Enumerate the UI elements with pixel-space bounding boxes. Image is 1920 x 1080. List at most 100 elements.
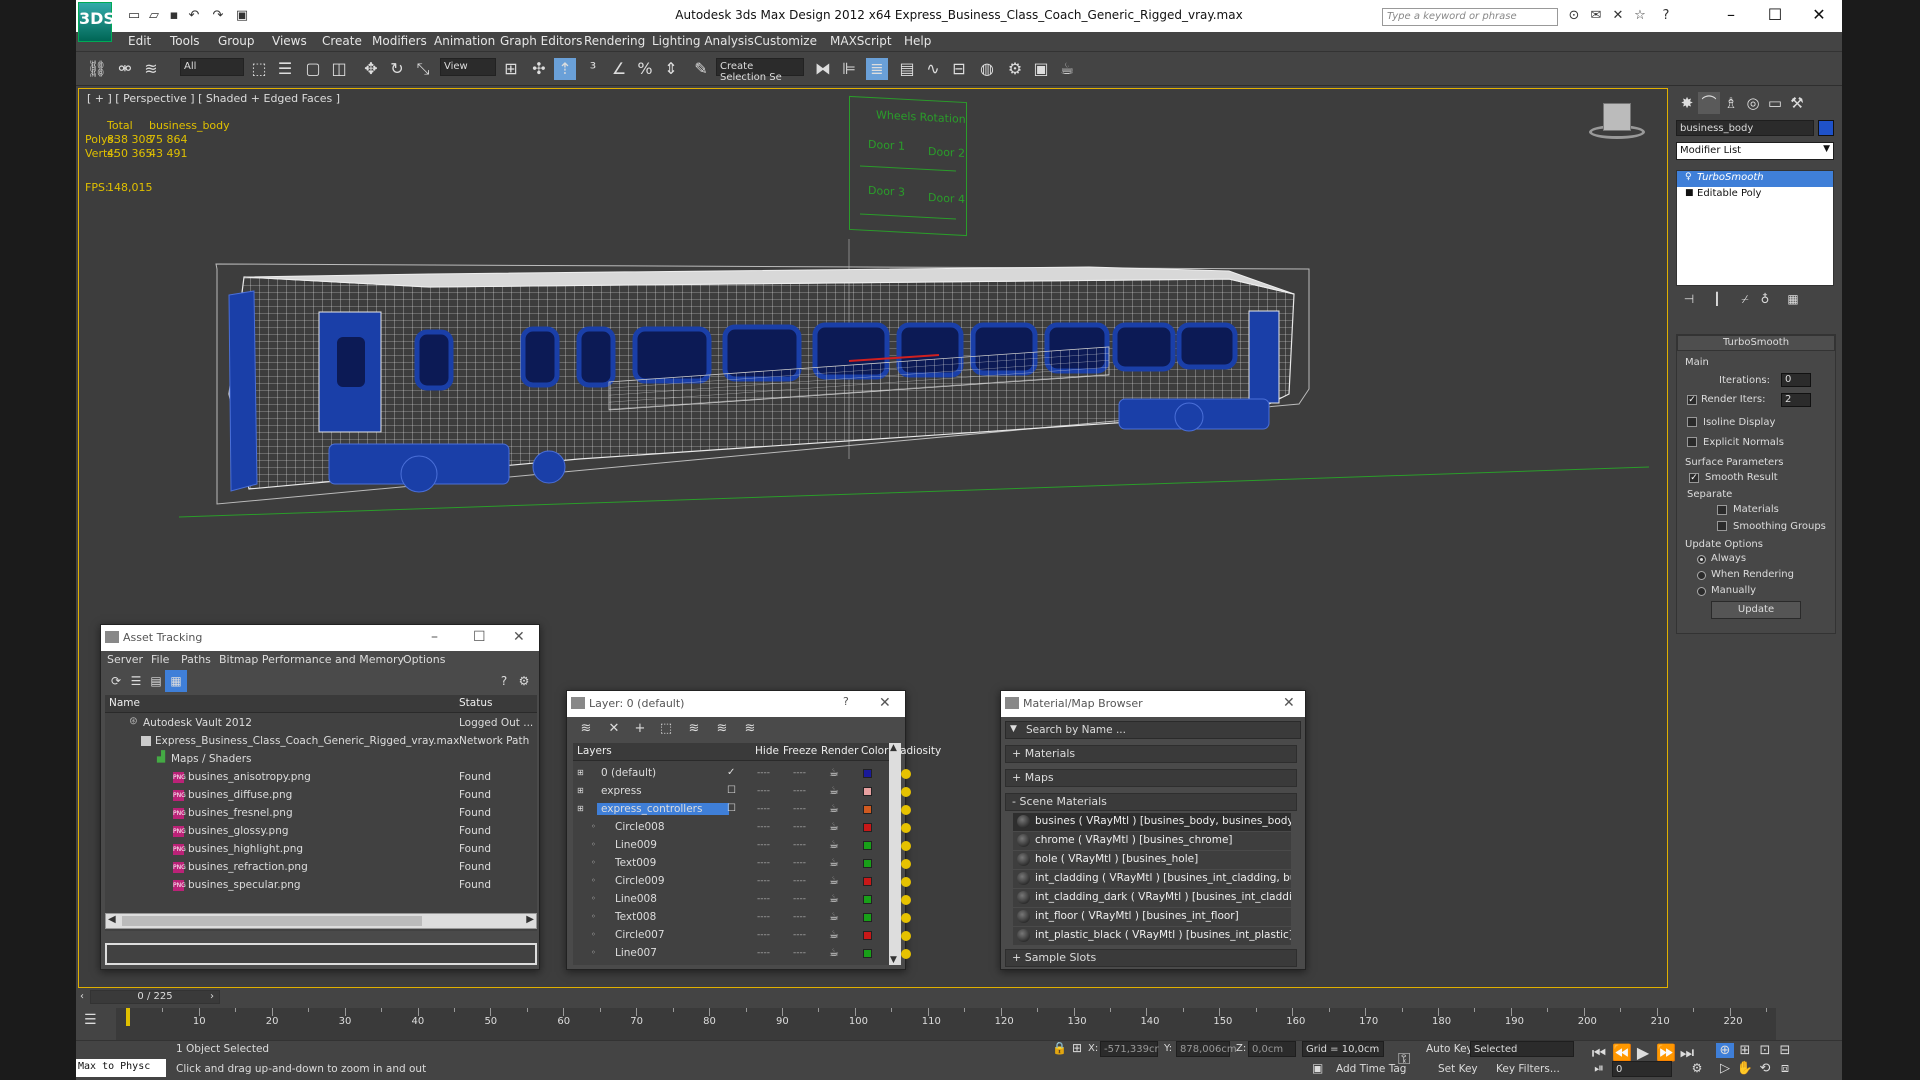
delete-layer-icon[interactable]: ✕ (603, 718, 625, 740)
render-toggle-icon[interactable]: ☕ (829, 820, 839, 833)
pin-stack-icon[interactable]: ⊣ (1678, 288, 1700, 310)
maximize-viewport-icon[interactable]: ⧈ (1776, 1061, 1794, 1076)
communication-icon[interactable]: ✉ (1588, 8, 1604, 24)
freeze-all-layers-icon[interactable]: ≋ (739, 718, 761, 740)
active-layer-marker-icon[interactable]: ☐ (727, 803, 736, 814)
material-search-input[interactable]: ▼ Search by Name ... (1005, 721, 1301, 739)
layer-row[interactable]: ◦ Circle008 ---- ---- ☕ (573, 819, 911, 837)
material-row[interactable]: int_cladding_dark ( VRayMtl ) [busines_i… (1013, 889, 1291, 907)
render-setup-icon[interactable]: ⚙ (1004, 58, 1026, 80)
layer-help-button[interactable]: ? (843, 695, 849, 708)
reference-coordinate-dropdown[interactable]: View (440, 58, 496, 76)
column-render[interactable]: Render (821, 745, 858, 757)
material-row[interactable]: busines ( VRayMtl ) [busines_body, busin… (1013, 813, 1291, 831)
render-toggle-icon[interactable]: ☕ (829, 838, 839, 851)
freeze-toggle[interactable]: ---- (793, 768, 806, 778)
menu-customize[interactable]: Customize (754, 34, 817, 48)
menu-help[interactable]: Help (904, 34, 931, 48)
render-iters-checkbox[interactable]: ✓ (1687, 395, 1697, 405)
close-icon[interactable]: ✕ (1283, 695, 1295, 711)
window-crossing-icon[interactable]: ◫ (328, 58, 350, 80)
rectangular-selection-icon[interactable]: ▢ (302, 58, 324, 80)
render-toggle-icon[interactable]: ☕ (829, 802, 839, 815)
minimize-button[interactable]: – (1716, 5, 1746, 25)
column-header-name[interactable]: Name (105, 695, 455, 713)
radiosity-light-icon[interactable] (901, 895, 911, 905)
radiosity-light-icon[interactable] (901, 931, 911, 941)
radiosity-light-icon[interactable] (901, 787, 911, 797)
hierarchy-tab-icon[interactable]: ♗ (1720, 92, 1742, 114)
hide-toggle[interactable]: ---- (757, 840, 770, 850)
asset-tracking-titlebar[interactable]: Asset Tracking – ☐ ✕ (101, 625, 539, 651)
hide-toggle[interactable]: ---- (757, 768, 770, 778)
table-row[interactable]: PNG busines_glossy.png Found (105, 823, 537, 841)
menu-modifiers[interactable]: Modifiers (372, 34, 427, 48)
settings-icon[interactable]: ⚙ (513, 670, 535, 692)
section-scene-materials[interactable]: - Scene Materials (1005, 793, 1297, 811)
scroll-up-icon[interactable]: ▲ (890, 743, 897, 753)
angle-snap-icon[interactable]: ∠ (608, 58, 630, 80)
section-sample-slots[interactable]: + Sample Slots (1005, 949, 1297, 967)
table-view-icon[interactable]: ▦ (165, 670, 187, 692)
hide-toggle[interactable]: ---- (757, 858, 770, 868)
render-toggle-icon[interactable]: ☕ (829, 784, 839, 797)
track-bar[interactable]: 10 20 30 40 50 60 70 80 90 100 110 120 130 140 150 160 1… (116, 1008, 1776, 1040)
table-row[interactable]: PNG busines_diffuse.png Found (105, 787, 537, 805)
layer-dialog-titlebar[interactable]: Layer: 0 (default) ? ✕ (567, 691, 905, 717)
remove-modifier-icon[interactable]: ♁ (1754, 288, 1776, 310)
freeze-toggle[interactable]: ---- (793, 858, 806, 868)
layer-color-swatch[interactable] (863, 805, 872, 814)
layer-row[interactable]: ◦ Circle007 ---- ---- ☕ (573, 927, 911, 945)
freeze-toggle[interactable]: ---- (793, 930, 806, 940)
time-configuration-icon[interactable]: ⚙ (1688, 1061, 1706, 1075)
help-icon[interactable]: ? (493, 670, 515, 692)
layer-color-swatch[interactable] (863, 931, 872, 940)
minimize-icon[interactable]: – (431, 629, 438, 645)
menu-lighting-analysis[interactable]: Lighting Analysis (652, 34, 754, 48)
layer-row[interactable]: ◦ Text008 ---- ---- ☕ (573, 909, 911, 927)
freeze-toggle[interactable]: ---- (793, 948, 806, 958)
zoom-icon[interactable]: ⊕ (1716, 1043, 1734, 1058)
update-button[interactable]: Update (1711, 601, 1801, 619)
layer-color-swatch[interactable] (863, 877, 872, 886)
modifier-list-dropdown[interactable]: Modifier List ▼ (1676, 142, 1834, 160)
freeze-toggle[interactable]: ---- (793, 804, 806, 814)
favorites-icon[interactable]: ☆ (1632, 8, 1648, 24)
menu-options[interactable]: Options (403, 653, 445, 666)
tree-view-icon[interactable]: ▤ (145, 670, 167, 692)
expand-icon[interactable]: ■ (1685, 188, 1694, 198)
go-to-end-icon[interactable]: ⏭ (1678, 1043, 1696, 1063)
smooth-result-checkbox[interactable]: ✓ (1689, 473, 1699, 483)
door-rear[interactable] (1248, 310, 1280, 404)
column-color[interactable]: Color (861, 745, 888, 757)
project-folder-icon[interactable]: ▣ (234, 8, 250, 24)
exchange-icon[interactable]: ✕ (1610, 8, 1626, 24)
layer-color-swatch[interactable] (863, 949, 872, 958)
select-object-icon[interactable]: ⬚ (248, 58, 270, 80)
render-toggle-icon[interactable]: ☕ (829, 928, 839, 941)
make-unique-icon[interactable]: ⌿ (1734, 288, 1756, 310)
display-tab-icon[interactable]: ▭ (1764, 92, 1786, 114)
column-freeze[interactable]: Freeze (783, 745, 817, 757)
scrollbar-thumb[interactable] (122, 916, 422, 926)
spinner-snap-icon[interactable]: ⇕ (660, 58, 682, 80)
undo-icon[interactable]: ↶ (186, 8, 202, 24)
hide-toggle[interactable]: ---- (757, 822, 770, 832)
play-icon[interactable]: ▶ (1634, 1043, 1652, 1062)
next-frame-icon[interactable]: ⏩ (1656, 1043, 1676, 1062)
separate-smoothing-groups-checkbox[interactable] (1717, 521, 1727, 531)
select-manipulate-icon[interactable]: ✣ (528, 58, 550, 80)
manually-radio[interactable] (1697, 587, 1706, 596)
layer-color-swatch[interactable] (863, 823, 872, 832)
layer-expand-icon[interactable]: ⊞ (577, 786, 584, 795)
select-by-name-icon[interactable]: ☰ (274, 58, 296, 80)
hide-toggle[interactable]: ---- (757, 894, 770, 904)
layer-color-swatch[interactable] (863, 841, 872, 850)
menu-file[interactable]: File (151, 653, 169, 666)
render-toggle-icon[interactable]: ☕ (829, 892, 839, 905)
maximize-icon[interactable]: ☐ (473, 629, 486, 645)
layer-row[interactable]: ◦ Line007 ---- ---- ☕ (573, 945, 911, 963)
menu-paths[interactable]: Paths (181, 653, 211, 666)
close-icon[interactable]: ✕ (513, 629, 525, 645)
lightbulb-icon[interactable]: ♀ (1685, 172, 1692, 182)
